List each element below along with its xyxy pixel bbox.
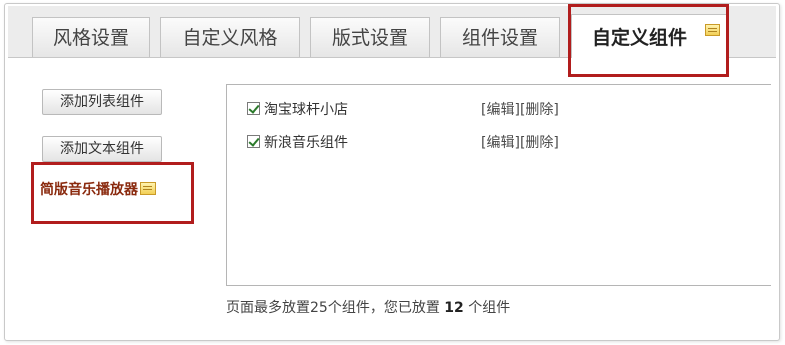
tab-label: 风格设置	[52, 27, 129, 49]
add-list-component-button[interactable]: 添加列表组件	[42, 89, 162, 115]
tab-component-settings[interactable]: 组件设置	[440, 17, 560, 57]
component-list-panel: 淘宝球杆小店 [编辑][删除] 新浪音乐组件 [编辑][删除]	[226, 84, 771, 286]
edit-link[interactable]: [编辑]	[481, 135, 520, 151]
footer-suffix: 个组件	[468, 300, 511, 316]
component-name: 淘宝球杆小店	[264, 102, 348, 118]
item-actions: [编辑][删除]	[481, 133, 559, 153]
edit-link[interactable]: [编辑]	[481, 102, 520, 118]
tab-style-settings[interactable]: 风格设置	[32, 17, 150, 57]
tab-label: 自定义风格	[182, 27, 278, 49]
component-count-note: 页面最多放置25个组件，您已放置 12 个组件	[226, 297, 510, 317]
placed-count: 12	[444, 300, 464, 316]
button-label: 添加文本组件	[60, 141, 144, 157]
check-icon[interactable]	[247, 102, 260, 115]
highlight-box-tab	[568, 4, 729, 77]
list-item: 淘宝球杆小店 [编辑][删除]	[247, 100, 559, 120]
tab-custom-style[interactable]: 自定义风格	[160, 17, 300, 57]
tab-layout-settings[interactable]: 版式设置	[310, 17, 430, 57]
add-text-component-button[interactable]: 添加文本组件	[42, 136, 162, 162]
list-item: 新浪音乐组件 [编辑][删除]	[247, 133, 559, 153]
footer-prefix: 页面最多放置25个组件，您已放置	[226, 300, 440, 316]
component-name: 新浪音乐组件	[264, 135, 348, 151]
highlight-box-player	[31, 162, 194, 224]
button-label: 添加列表组件	[60, 94, 144, 110]
delete-link[interactable]: [删除]	[520, 135, 559, 151]
item-actions: [编辑][删除]	[481, 100, 559, 120]
tab-label: 版式设置	[331, 27, 408, 49]
delete-link[interactable]: [删除]	[520, 102, 559, 118]
check-icon[interactable]	[247, 135, 260, 148]
tab-label: 组件设置	[461, 27, 538, 49]
